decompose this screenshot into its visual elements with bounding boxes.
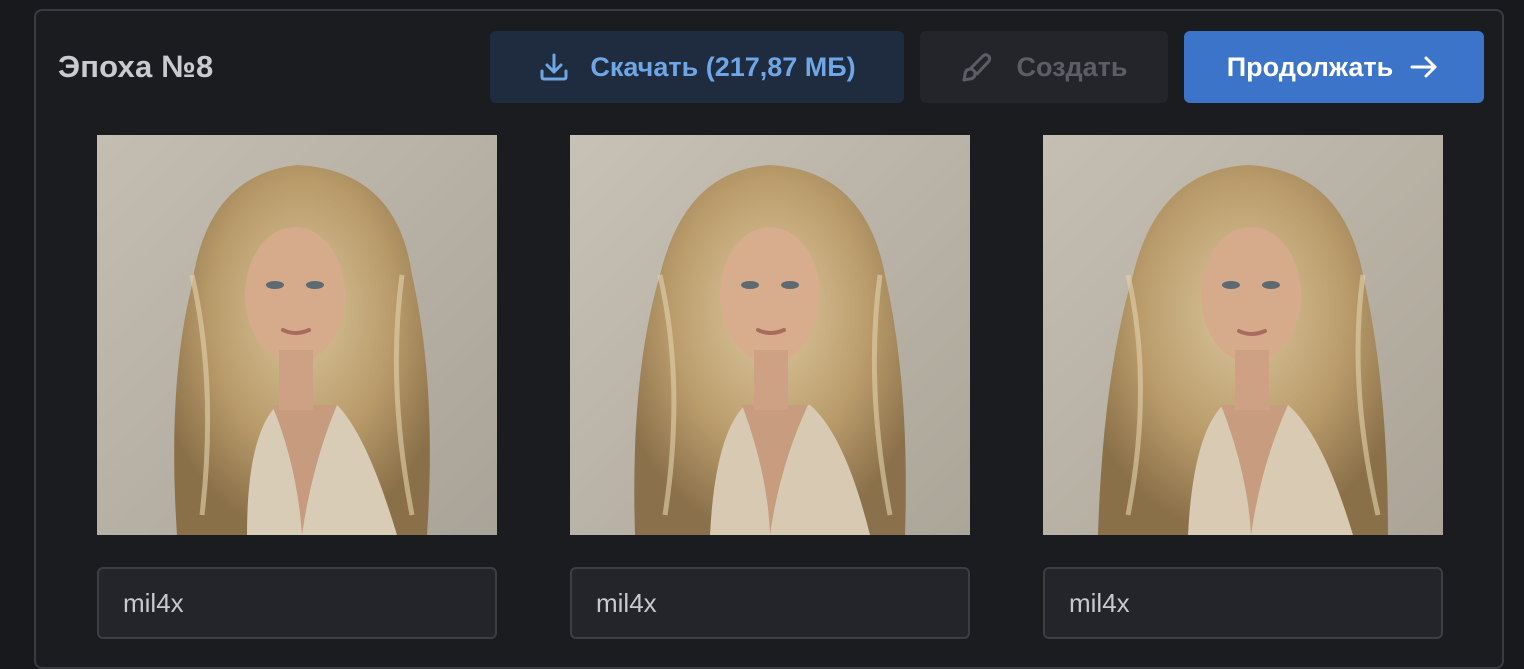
arrow-right-icon bbox=[1407, 50, 1441, 84]
epoch-title: Эпоха №8 bbox=[58, 49, 214, 84]
caption-input[interactable] bbox=[97, 567, 497, 639]
portrait-image[interactable] bbox=[97, 135, 497, 535]
portrait-image[interactable] bbox=[1043, 135, 1443, 535]
epoch-panel: Эпоха №8 Скачать (217,87 МБ) Создать Про… bbox=[34, 9, 1504, 669]
download-icon bbox=[538, 51, 570, 83]
sample-card bbox=[570, 135, 970, 639]
sample-card bbox=[1043, 135, 1443, 639]
create-button-label: Создать bbox=[1016, 51, 1128, 82]
download-button-label: Скачать (217,87 МБ) bbox=[590, 51, 856, 82]
create-button[interactable]: Создать bbox=[920, 31, 1168, 103]
download-button[interactable]: Скачать (217,87 МБ) bbox=[490, 31, 904, 103]
sample-card bbox=[97, 135, 497, 639]
caption-input[interactable] bbox=[1043, 567, 1443, 639]
continue-button-label: Продолжать bbox=[1226, 51, 1394, 82]
continue-button[interactable]: Продолжать bbox=[1184, 31, 1484, 103]
portrait-image[interactable] bbox=[570, 135, 970, 535]
caption-input[interactable] bbox=[570, 567, 970, 639]
brush-icon bbox=[960, 50, 994, 84]
